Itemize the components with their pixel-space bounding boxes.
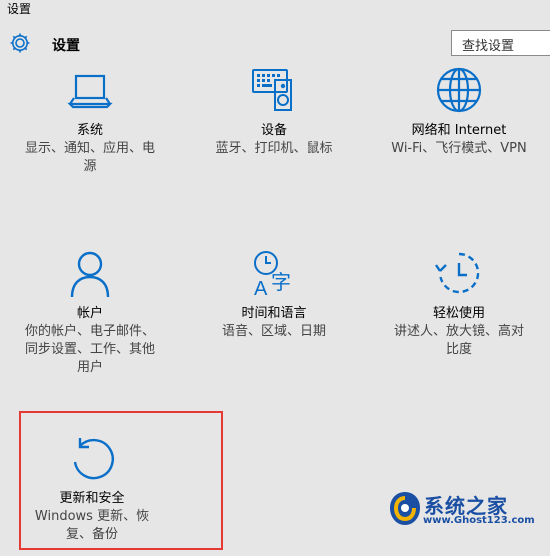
tile-system[interactable]: 系统 显示、通知、应用、电 源 (10, 66, 170, 176)
highlight-frame (19, 411, 223, 550)
svg-text:字: 字 (271, 270, 291, 294)
tile-desc-line: 源 (83, 159, 97, 174)
watermark-logo: 系统之家 www.Ghost123.com (388, 490, 548, 530)
tile-desc-line: 你的帐户、电子邮件、 (24, 324, 155, 339)
tile-desc-line: 显示、通知、应用、电 (24, 141, 155, 156)
tile-ease-of-access[interactable]: 轻松使用 讲述人、放大镜、高对 比度 (379, 249, 539, 359)
tile-name: 时间和语言 (241, 306, 307, 321)
tile-name: 帐户 (76, 306, 103, 321)
gear-icon (8, 31, 32, 59)
watermark-mark-icon (388, 490, 422, 532)
tile-name: 设备 (260, 123, 287, 138)
tile-desc-line: 讲述人、放大镜、高对 (393, 324, 524, 339)
tile-desc-line: 蓝牙、打印机、鼠标 (215, 141, 333, 156)
devices-icon (194, 66, 354, 122)
tile-desc-line: 比度 (445, 342, 472, 357)
tile-name: 网络和 Internet (411, 123, 507, 138)
tile-desc-line: 同步设置、工作、其他 (24, 342, 155, 357)
tile-desc-line: 语音、区域、日期 (221, 324, 326, 339)
tile-network[interactable]: 网络和 Internet Wi-Fi、飞行模式、VPN (379, 66, 539, 158)
person-icon (10, 249, 170, 305)
window-title: 设置 (7, 2, 32, 16)
globe-icon (379, 66, 539, 122)
tile-desc-line: Wi-Fi、飞行模式、VPN (391, 141, 527, 156)
tile-name: 系统 (76, 123, 103, 138)
tile-devices[interactable]: 设备 蓝牙、打印机、鼠标 (194, 66, 354, 158)
ease-of-access-icon (379, 249, 539, 305)
time-language-icon: A 字 (194, 249, 354, 305)
svg-text:A: A (254, 278, 268, 300)
tile-time-language[interactable]: A 字 时间和语言 语音、区域、日期 (194, 249, 354, 341)
app-header-title: 设置 (52, 38, 80, 54)
watermark-url: www.Ghost123.com (423, 515, 535, 526)
tile-desc-line: 用户 (76, 360, 103, 375)
app-header: 设置 (8, 31, 80, 59)
tile-accounts[interactable]: 帐户 你的帐户、电子邮件、 同步设置、工作、其他 用户 (10, 249, 170, 377)
laptop-icon (10, 66, 170, 122)
tile-name: 轻松使用 (432, 306, 485, 321)
search-input[interactable]: 查找设置 (451, 30, 550, 56)
